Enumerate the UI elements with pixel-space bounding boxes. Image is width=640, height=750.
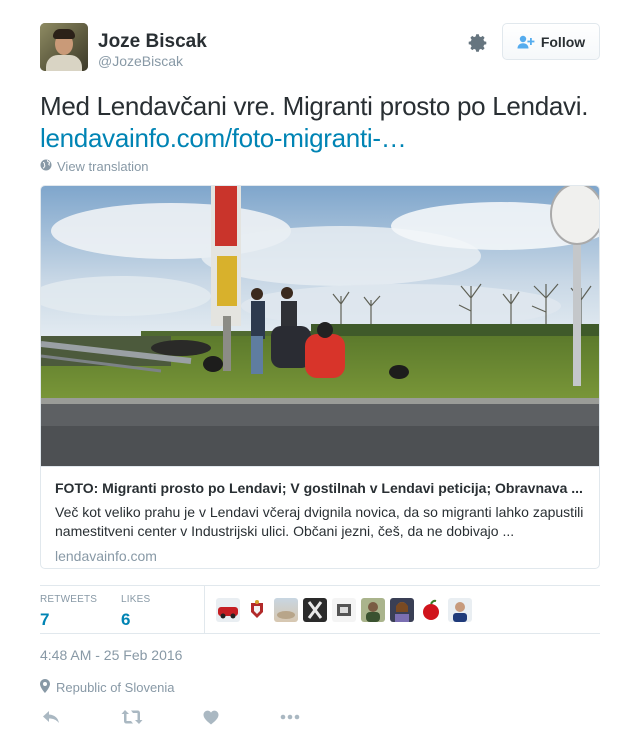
author-avatar[interactable] bbox=[40, 23, 88, 71]
retweet-icon[interactable] bbox=[121, 706, 143, 728]
view-translation-label: View translation bbox=[57, 159, 149, 174]
liker-avatar[interactable] bbox=[332, 598, 356, 622]
divider bbox=[40, 585, 600, 586]
retweets-stat[interactable]: RETWEETS 7 bbox=[40, 594, 97, 630]
like-icon[interactable] bbox=[200, 706, 222, 728]
card-description: Več kot veliko prahu je v Lendavi včeraj… bbox=[55, 504, 584, 539]
follow-person-icon bbox=[517, 35, 535, 49]
liker-avatar[interactable] bbox=[419, 598, 443, 622]
tweet-text: Med Lendavčani vre. Migranti prosto po L… bbox=[40, 90, 610, 154]
liker-avatar[interactable] bbox=[448, 598, 472, 622]
view-translation[interactable]: View translation bbox=[40, 159, 149, 174]
liker-avatar[interactable] bbox=[303, 598, 327, 622]
tweet-body: Med Lendavčani vre. Migranti prosto po L… bbox=[40, 91, 589, 121]
follow-button[interactable]: Follow bbox=[502, 23, 600, 60]
liker-avatar[interactable] bbox=[216, 598, 240, 622]
author-name[interactable]: Joze Biscak bbox=[98, 31, 207, 53]
liker-avatars bbox=[216, 598, 472, 622]
link-card[interactable]: FOTO: Migranti prosto po Lendavi; V gost… bbox=[40, 185, 600, 569]
divider bbox=[40, 633, 600, 634]
retweets-count: 7 bbox=[40, 610, 50, 629]
tweet-link[interactable]: lendavainfo.com/foto-migranti-… bbox=[40, 122, 610, 154]
liker-avatar[interactable] bbox=[390, 598, 414, 622]
tweet-location[interactable]: Republic of Slovenia bbox=[40, 679, 175, 696]
location-pin-icon bbox=[40, 679, 50, 696]
globe-icon bbox=[40, 159, 52, 174]
location-label: Republic of Slovenia bbox=[56, 680, 175, 695]
tweet-timestamp[interactable]: 4:48 AM - 25 Feb 2016 bbox=[40, 647, 182, 663]
card-image[interactable] bbox=[41, 186, 599, 466]
likes-stat[interactable]: LIKES 6 bbox=[121, 594, 150, 630]
follow-label: Follow bbox=[540, 33, 586, 50]
likes-count: 6 bbox=[121, 610, 131, 629]
liker-avatar[interactable] bbox=[274, 598, 298, 622]
tweet-actions bbox=[40, 706, 600, 728]
card-title[interactable]: FOTO: Migranti prosto po Lendavi; V gost… bbox=[55, 479, 585, 497]
divider bbox=[204, 585, 205, 633]
card-domain: lendavainfo.com bbox=[55, 548, 157, 564]
gear-icon[interactable] bbox=[466, 31, 490, 55]
tweet-header: Joze Biscak @JozeBiscak Follow bbox=[40, 23, 600, 73]
card-body: FOTO: Migranti prosto po Lendavi; V gost… bbox=[41, 466, 599, 568]
retweets-label: RETWEETS bbox=[40, 594, 98, 605]
reply-icon[interactable] bbox=[40, 706, 62, 728]
author-handle[interactable]: @JozeBiscak bbox=[98, 53, 183, 69]
liker-avatar[interactable] bbox=[361, 598, 385, 622]
liker-avatar[interactable] bbox=[245, 598, 269, 622]
more-icon[interactable] bbox=[279, 706, 301, 728]
likes-label: LIKES bbox=[121, 594, 151, 605]
